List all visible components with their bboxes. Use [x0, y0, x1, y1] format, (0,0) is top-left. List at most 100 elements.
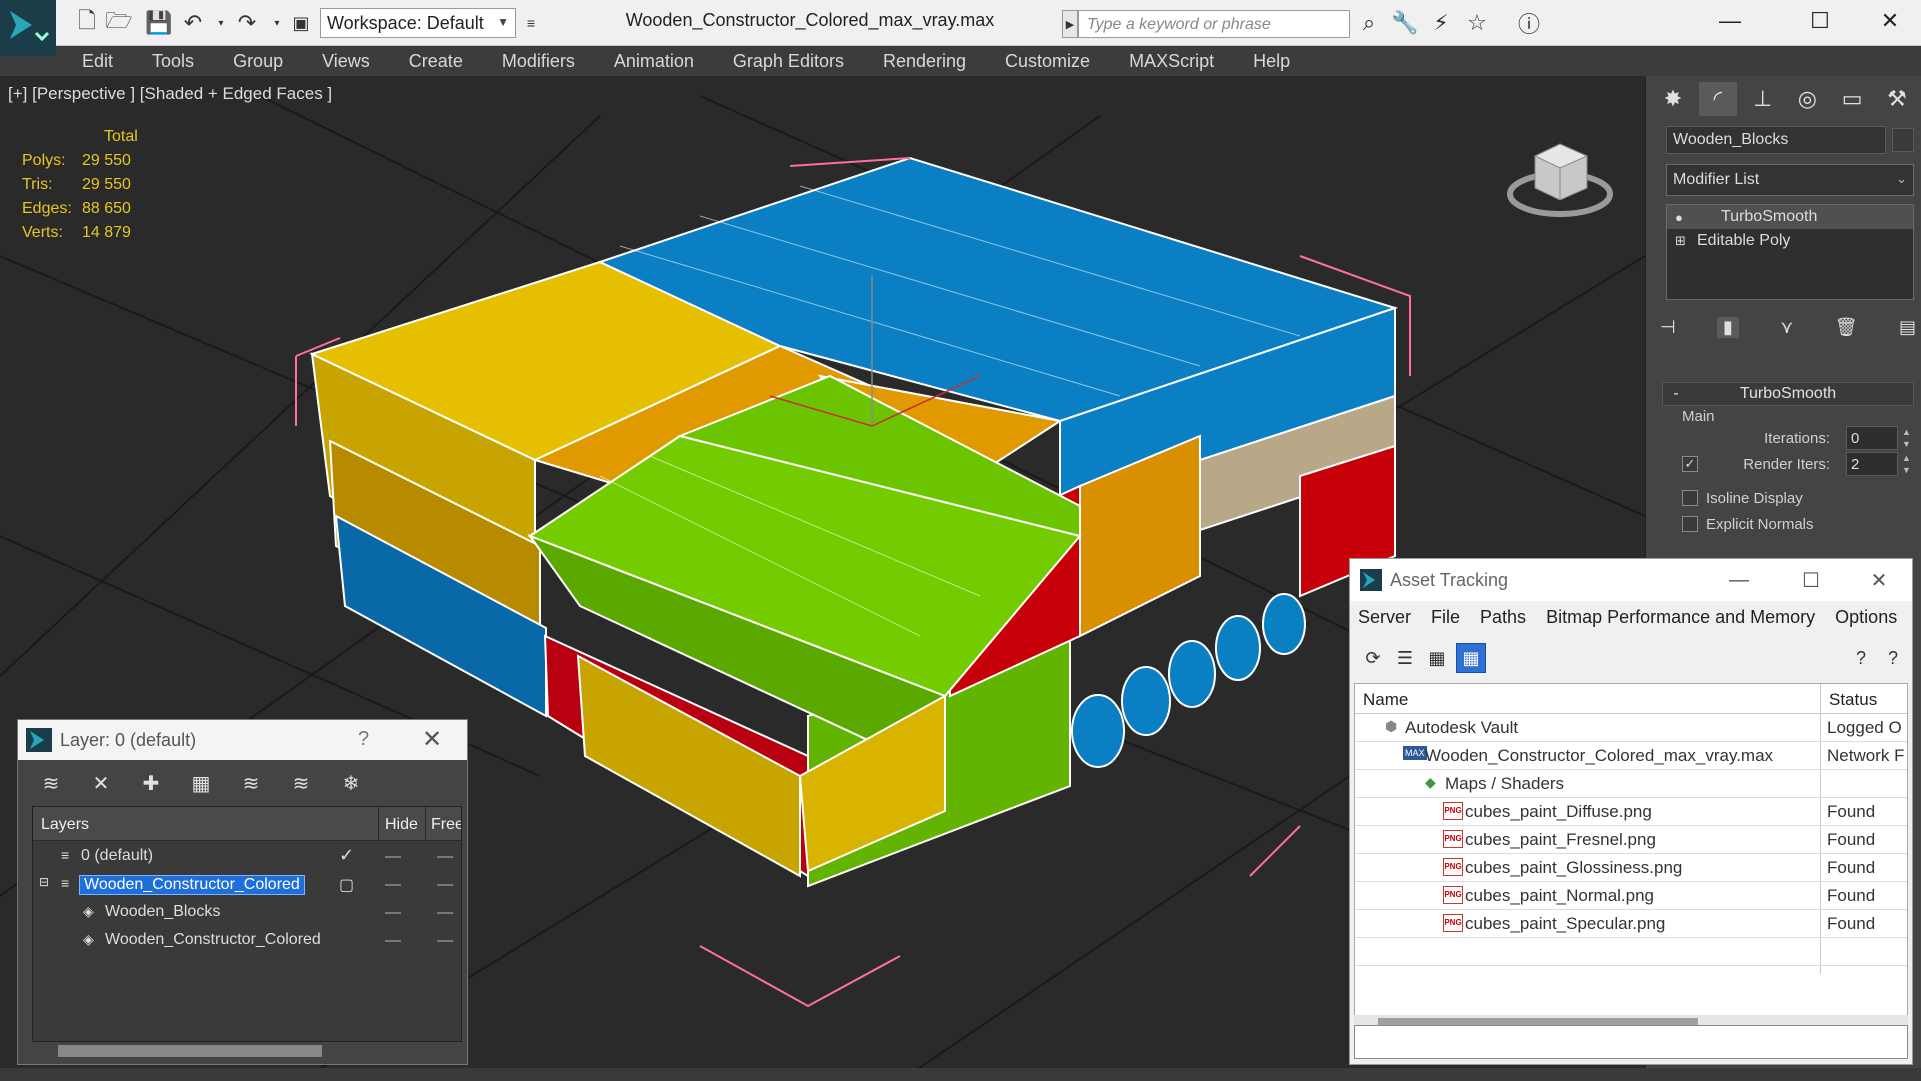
object-color-swatch[interactable]	[1892, 128, 1914, 152]
col-layers[interactable]: Layers	[41, 816, 89, 834]
help-icon[interactable]: ?	[358, 728, 369, 751]
asset-row[interactable]: PNG cubes_paint_Diffuse.png Found	[1355, 798, 1907, 826]
col-name[interactable]: Name	[1363, 690, 1408, 710]
workspace-menu-icon[interactable]: ≡	[516, 9, 546, 37]
pin-stack-icon[interactable]: ⊣	[1660, 317, 1676, 338]
layer-row[interactable]: ◈ Wooden_Blocks	[33, 899, 461, 927]
menu-create[interactable]: Create	[409, 51, 463, 72]
close-icon[interactable]: ✕	[1860, 0, 1920, 42]
menu-rendering[interactable]: Rendering	[883, 51, 966, 72]
active-layer-check-icon[interactable]: ✓	[339, 845, 354, 866]
lightbulb-icon[interactable]: ●	[1675, 210, 1697, 225]
asset-row[interactable]: MAX Wooden_Constructor_Colored_max_vray.…	[1355, 742, 1907, 770]
maximize-icon[interactable]: ☐	[1790, 0, 1850, 42]
binoculars-icon[interactable]: ⌕	[1354, 9, 1384, 37]
close-icon[interactable]: ✕	[422, 725, 442, 754]
menu-modifiers[interactable]: Modifiers	[502, 51, 575, 72]
col-freeze[interactable]: Freez	[431, 816, 461, 834]
object-name-field[interactable]: Wooden_Blocks	[1666, 126, 1886, 154]
asset-row[interactable]: ◆ Maps / Shaders	[1355, 770, 1907, 798]
open-file-icon[interactable]: 🗁	[104, 8, 134, 37]
menu-server[interactable]: Server	[1358, 607, 1411, 628]
layer-row-selected[interactable]: ⊟ ≡ Wooden_Constructor_Colored ▢	[33, 871, 461, 899]
menu-maxscript[interactable]: MAXScript	[1129, 51, 1214, 72]
menu-animation[interactable]: Animation	[614, 51, 694, 72]
delete-layer-icon[interactable]: ✕	[86, 769, 116, 797]
hide-toggle[interactable]	[385, 940, 401, 942]
menu-paths[interactable]: Paths	[1480, 607, 1526, 628]
stack-item-editable-poly[interactable]: ⊞ Editable Poly	[1667, 229, 1913, 253]
minimize-icon[interactable]: —	[1700, 0, 1760, 42]
layer-row[interactable]: ◈ Wooden_Constructor_Colored	[33, 927, 461, 955]
workspace-select[interactable]: Workspace: Default ▼	[320, 8, 516, 38]
maximize-icon[interactable]: ☐	[1786, 565, 1836, 595]
menu-options[interactable]: Options	[1835, 607, 1897, 628]
iterations-spinner-icon[interactable]: ▲ ▼	[1902, 426, 1911, 450]
layer-dialog-titlebar[interactable]: Layer: 0 (default) ? ✕	[18, 720, 467, 760]
asset-row[interactable]: PNG cubes_paint_Normal.png Found	[1355, 882, 1907, 910]
display-tab-icon[interactable]: ▭	[1833, 82, 1871, 116]
sign-in-icon[interactable]: ⚡	[1426, 9, 1456, 37]
make-unique-icon[interactable]: ⋎	[1780, 317, 1793, 338]
turbosmooth-rollout-header[interactable]: - TurboSmooth	[1662, 382, 1914, 406]
hide-all-layers-icon[interactable]: ≋	[286, 769, 316, 797]
modify-tab-icon[interactable]: ◜	[1698, 82, 1737, 116]
render-iters-spinner-icon[interactable]: ▲ ▼	[1902, 452, 1911, 476]
add-to-layer-icon[interactable]: ✚	[136, 769, 166, 797]
favorites-star-icon[interactable]: ☆	[1462, 9, 1492, 37]
freeze-toggle[interactable]	[437, 884, 453, 886]
viewport-label[interactable]: [+] [Perspective ] [Shaded + Edged Faces…	[8, 84, 332, 104]
show-end-result-icon[interactable]: ▮	[1717, 316, 1739, 338]
close-icon[interactable]: ✕	[1854, 565, 1904, 595]
freeze-all-layers-icon[interactable]: ❄	[336, 769, 366, 797]
list-view-icon[interactable]: ☰	[1390, 643, 1420, 673]
table-view-icon[interactable]: ▦	[1456, 643, 1486, 673]
menu-help[interactable]: Help	[1253, 51, 1290, 72]
utilities-tab-icon[interactable]: ⚒	[1878, 82, 1916, 116]
isoline-display-checkbox[interactable]	[1682, 490, 1698, 506]
menu-tools[interactable]: Tools	[152, 51, 194, 72]
asset-row[interactable]: PNG cubes_paint_Fresnel.png Found	[1355, 826, 1907, 854]
set-active-layer-icon[interactable]: ▢	[339, 875, 354, 895]
freeze-toggle[interactable]	[437, 940, 453, 942]
motion-tab-icon[interactable]: ◎	[1788, 82, 1826, 116]
save-icon[interactable]: 💾	[144, 9, 174, 37]
viewcube-icon[interactable]	[1505, 116, 1615, 226]
configure-modifier-sets-icon[interactable]: ▤	[1899, 317, 1916, 338]
menu-views[interactable]: Views	[322, 51, 370, 72]
search-input[interactable]: Type a keyword or phrase	[1078, 10, 1350, 38]
freeze-toggle[interactable]	[437, 856, 453, 858]
stack-item-turbosmooth[interactable]: ● TurboSmooth	[1667, 205, 1913, 229]
asset-row[interactable]: PNG cubes_paint_Glossiness.png Found	[1355, 854, 1907, 882]
freeze-toggle[interactable]	[437, 912, 453, 914]
create-tab-icon[interactable]: ✸	[1654, 82, 1692, 116]
search-expand-icon[interactable]: ▶	[1062, 10, 1078, 38]
refresh-icon[interactable]: ⟳	[1358, 643, 1388, 673]
menu-group[interactable]: Group	[233, 51, 283, 72]
asset-row[interactable]: ⬢ Autodesk Vault Logged O	[1355, 714, 1907, 742]
asset-row[interactable]: PNG cubes_paint_Specular.png Found	[1355, 910, 1907, 938]
menu-edit[interactable]: Edit	[82, 51, 113, 72]
col-status[interactable]: Status	[1829, 690, 1877, 710]
menu-bitmap-performance[interactable]: Bitmap Performance and Memory	[1546, 607, 1815, 628]
remove-modifier-icon[interactable]: 🗑	[1835, 317, 1858, 338]
thumbnail-view-icon[interactable]: ▦	[1422, 643, 1452, 673]
app-logo[interactable]	[0, 0, 56, 56]
create-layer-icon[interactable]: ≋	[36, 769, 66, 797]
minimize-icon[interactable]: —	[1714, 565, 1764, 595]
project-folder-icon[interactable]: ▣	[286, 9, 316, 37]
explicit-normals-checkbox[interactable]	[1682, 516, 1698, 532]
hide-toggle[interactable]	[385, 912, 401, 914]
help-icon[interactable]: ⓘ	[1514, 9, 1544, 37]
col-hide[interactable]: Hide	[385, 816, 418, 834]
expand-plus-icon[interactable]: ⊞	[1675, 233, 1697, 249]
undo-icon[interactable]: ↶	[178, 9, 208, 37]
menu-customize[interactable]: Customize	[1005, 51, 1090, 72]
menu-graph-editors[interactable]: Graph Editors	[733, 51, 844, 72]
collapse-minus-icon[interactable]: ⊟	[39, 875, 49, 889]
menu-file[interactable]: File	[1431, 607, 1460, 628]
new-file-icon[interactable]: 🗋	[72, 8, 102, 37]
modifier-list-dropdown[interactable]: Modifier List ⌄	[1666, 164, 1914, 196]
layer-horizontal-scrollbar[interactable]	[58, 1045, 322, 1057]
layer-row[interactable]: ≡ 0 (default) ✓	[33, 843, 461, 871]
